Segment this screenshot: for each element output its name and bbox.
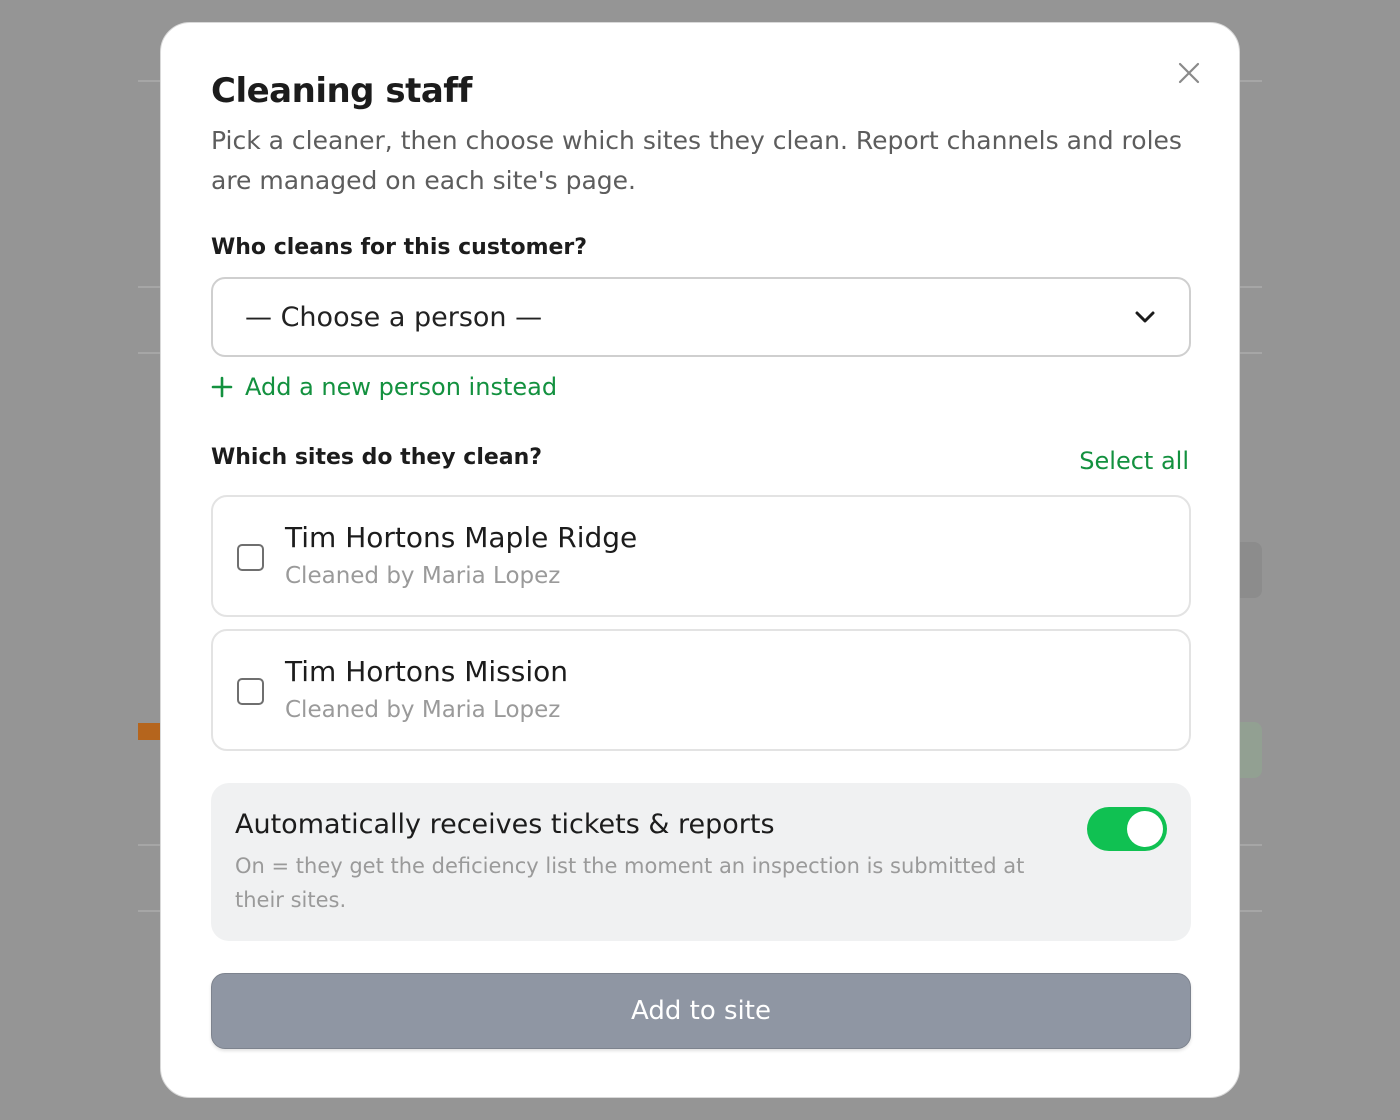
add-new-person-link[interactable]: Add a new person instead — [211, 373, 557, 401]
add-new-person-label: Add a new person instead — [245, 373, 558, 401]
close-button[interactable] — [1173, 57, 1205, 89]
background-status-marker — [138, 723, 162, 740]
site-cleaner: Cleaned by Maria Lopez — [285, 697, 561, 723]
site-cleaner: Cleaned by Maria Lopez — [285, 563, 561, 589]
modal-subtitle: Pick a cleaner, then choose which sites … — [211, 126, 1182, 195]
person-select[interactable]: — Choose a person — — [211, 277, 1191, 357]
site-name: Tim Hortons Mission — [285, 655, 569, 688]
site-option[interactable]: Tim Hortons Mission Cleaned by Maria Lop… — [211, 629, 1191, 751]
auto-receive-toggle[interactable] — [1087, 807, 1167, 851]
site-name: Tim Hortons Maple Ridge — [285, 521, 638, 554]
sites-label: Which sites do they clean? — [211, 445, 543, 470]
modal-title: Cleaning staff — [211, 71, 472, 111]
auto-receive-title: Automatically receives tickets & reports — [235, 809, 775, 840]
close-icon — [1178, 62, 1200, 84]
site-checkbox[interactable] — [237, 678, 264, 705]
select-all-link[interactable]: Select all — [1079, 447, 1189, 475]
person-select-value: — Choose a person — — [245, 301, 543, 333]
toggle-knob — [1127, 811, 1163, 847]
auto-receive-panel: Automatically receives tickets & reports… — [211, 783, 1191, 941]
plus-icon — [211, 376, 233, 398]
cleaning-staff-modal: Cleaning staff Pick a cleaner, then choo… — [160, 22, 1240, 1098]
site-checkbox[interactable] — [237, 544, 264, 571]
site-option[interactable]: Tim Hortons Maple Ridge Cleaned by Maria… — [211, 495, 1191, 617]
add-to-site-button[interactable]: Add to site — [211, 973, 1191, 1049]
person-label: Who cleans for this customer? — [211, 235, 588, 260]
chevron-down-icon — [1133, 305, 1157, 329]
auto-receive-description: On = they get the deficiency list the mo… — [235, 854, 1025, 912]
